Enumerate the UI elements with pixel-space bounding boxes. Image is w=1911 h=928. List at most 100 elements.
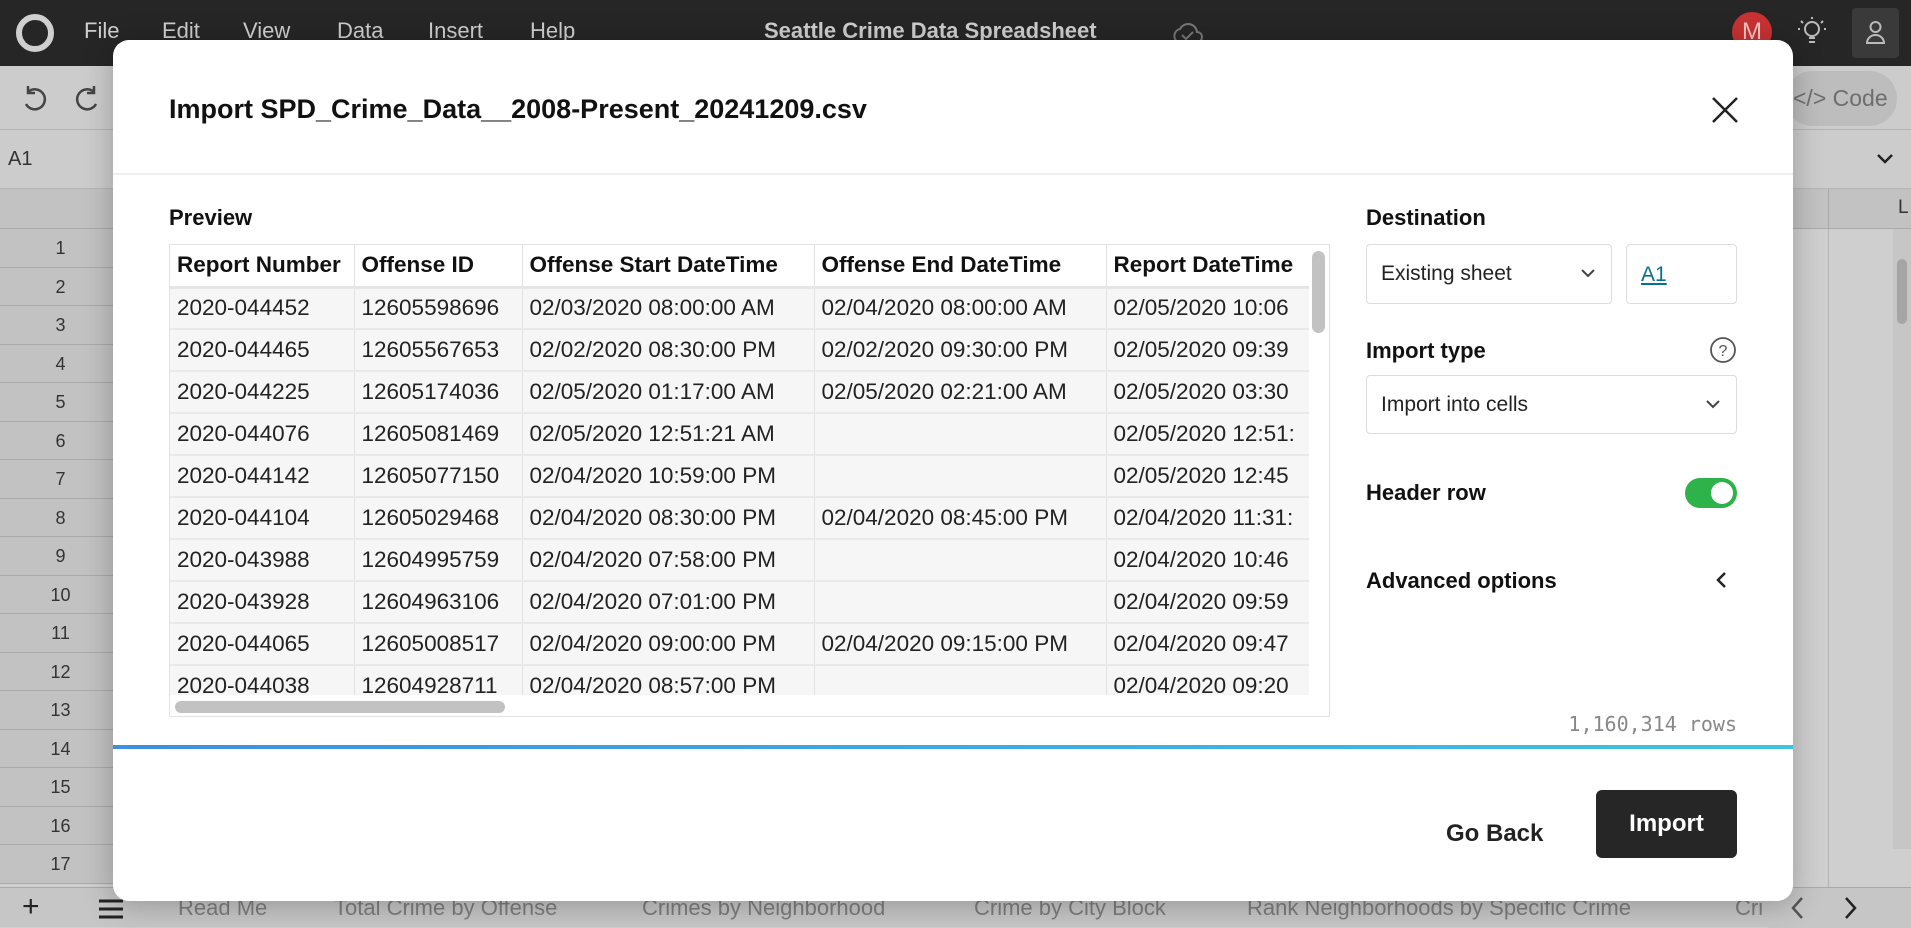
destination-select[interactable]: Existing sheet	[1366, 244, 1612, 304]
table-cell: 12605008517	[354, 623, 523, 666]
grid-line	[1828, 229, 1829, 887]
table-cell: 02/04/2020 09:15:00 PM	[814, 623, 1107, 666]
chevron-down-icon	[1581, 269, 1595, 278]
import-dialog: Import SPD_Crime_Data__2008-Present_2024…	[113, 40, 1793, 901]
column-header: Offense End DateTime	[814, 245, 1107, 289]
table-cell: 02/04/2020 11:31:	[1106, 497, 1309, 540]
preview-label: Preview	[169, 205, 253, 230]
table-cell: 2020-044038	[170, 665, 355, 695]
table-row: 2020-044104 12605029468 02/04/2020 08:30:0…	[170, 497, 1309, 540]
table-row: 2020-044225 12605174036 02/05/2020 01:17:0…	[170, 371, 1309, 414]
preview-horizontal-scrollbar[interactable]	[175, 701, 505, 713]
add-sheet-icon[interactable]: +	[22, 890, 40, 924]
app-logo-icon[interactable]	[16, 14, 54, 52]
import-button[interactable]: Import	[1596, 790, 1737, 858]
table-cell: 02/04/2020 09:59	[1106, 581, 1309, 624]
table-row: 2020-043928 12604963106 02/04/2020 07:01:0…	[170, 581, 1309, 624]
table-row: 2020-044038 12604928711 02/04/2020 08:57:0…	[170, 665, 1309, 695]
code-button[interactable]: </> Code	[1785, 71, 1897, 126]
advanced-options-label[interactable]: Advanced options	[1366, 568, 1557, 594]
sheet-list-icon[interactable]	[98, 898, 124, 920]
divider	[113, 173, 1793, 175]
table-cell: 02/04/2020 10:59:00 PM	[522, 455, 815, 498]
table-cell: 12604995759	[354, 539, 523, 582]
table-cell	[814, 413, 1107, 456]
table-cell: 02/02/2020 09:30:00 PM	[814, 329, 1107, 372]
row-header[interactable]: 13	[0, 691, 122, 730]
column-header: Offense Start DateTime	[522, 245, 815, 289]
destination-value: Existing sheet	[1381, 262, 1512, 285]
table-cell: 12605174036	[354, 371, 523, 414]
row-header[interactable]: 12	[0, 652, 122, 691]
close-icon[interactable]	[1710, 95, 1740, 125]
table-cell: 02/05/2020 01:17:00 AM	[522, 371, 815, 414]
row-header[interactable]: 10	[0, 575, 122, 614]
table-cell: 02/04/2020 08:30:00 PM	[522, 497, 815, 540]
table-cell: 2020-044465	[170, 329, 355, 372]
table-cell: 02/05/2020 12:51:21 AM	[522, 413, 815, 456]
svg-text:?: ?	[1719, 343, 1728, 360]
help-icon[interactable]: ?	[1709, 336, 1737, 364]
chevron-right-icon[interactable]	[1842, 896, 1858, 920]
table-cell: 2020-043988	[170, 539, 355, 582]
chevron-left-icon[interactable]	[1790, 896, 1806, 920]
chevron-left-icon[interactable]	[1715, 570, 1729, 590]
table-cell: 02/04/2020 09:47	[1106, 623, 1309, 666]
table-cell: 02/04/2020 07:58:00 PM	[522, 539, 815, 582]
import-type-select[interactable]: Import into cells	[1366, 375, 1737, 434]
table-row: 2020-043988 12604995759 02/04/2020 07:58:0…	[170, 539, 1309, 582]
menu-file[interactable]: File	[84, 18, 119, 44]
row-header[interactable]: 7	[0, 460, 122, 499]
import-type-value: Import into cells	[1381, 392, 1529, 416]
destination-cell-input[interactable]: A1	[1626, 244, 1737, 304]
progress-bar	[113, 745, 1793, 749]
table-cell: 12605029468	[354, 497, 523, 540]
go-back-button[interactable]: Go Back	[1436, 809, 1553, 859]
table-row: 2020-044452 12605598696 02/03/2020 08:00:0…	[170, 287, 1309, 330]
row-header[interactable]: 16	[0, 806, 122, 845]
row-header[interactable]: 9	[0, 537, 122, 576]
table-cell: 02/04/2020 08:57:00 PM	[522, 665, 815, 695]
lightbulb-icon[interactable]	[1798, 16, 1826, 50]
table-cell: 12605077150	[354, 455, 523, 498]
row-header[interactable]: 4	[0, 344, 122, 383]
table-cell: 12605598696	[354, 287, 523, 330]
row-header[interactable]: 3	[0, 306, 122, 345]
table-cell: 02/05/2020 10:06	[1106, 287, 1309, 330]
cell-reference[interactable]: A1	[8, 148, 32, 171]
vertical-scrollbar[interactable]	[1893, 229, 1911, 849]
table-cell: 02/04/2020 07:01:00 PM	[522, 581, 815, 624]
column-header: Report DateTime	[1106, 245, 1309, 289]
column-header-l[interactable]: L	[1898, 197, 1909, 219]
row-header[interactable]: 17	[0, 845, 122, 884]
table-cell	[814, 581, 1107, 624]
undo-icon[interactable]	[20, 84, 48, 112]
redo-icon[interactable]	[74, 84, 102, 112]
header-row-toggle[interactable]	[1685, 478, 1737, 508]
destination-label: Destination	[1366, 205, 1486, 230]
table-cell: 02/05/2020 09:39	[1106, 329, 1309, 372]
table-cell: 2020-044065	[170, 623, 355, 666]
row-header[interactable]: 8	[0, 498, 122, 537]
row-header[interactable]: 15	[0, 768, 122, 807]
row-header[interactable]: 5	[0, 383, 122, 422]
table-cell: 2020-044142	[170, 455, 355, 498]
row-header[interactable]: 1	[0, 229, 122, 268]
row-header[interactable]: 2	[0, 267, 122, 306]
preview-vertical-scrollbar[interactable]	[1312, 251, 1325, 333]
row-header[interactable]: 11	[0, 614, 122, 653]
table-cell: 02/05/2020 03:30	[1106, 371, 1309, 414]
destination-cell-link[interactable]: A1	[1641, 263, 1667, 287]
table-cell: 12605567653	[354, 329, 523, 372]
chevron-down-icon[interactable]	[1876, 152, 1894, 166]
table-cell: 2020-044225	[170, 371, 355, 414]
preview-table: Report Number Offense ID Offense Start Dat…	[170, 245, 1309, 695]
table-row: 2020-044076 12605081469 02/05/2020 12:51:2…	[170, 413, 1309, 456]
table-cell: 02/05/2020 12:45	[1106, 455, 1309, 498]
table-cell	[814, 665, 1107, 695]
row-header[interactable]: 6	[0, 421, 122, 460]
table-cell: 02/04/2020 09:00:00 PM	[522, 623, 815, 666]
table-cell: 12604928711	[354, 665, 523, 695]
user-menu-button[interactable]	[1852, 8, 1899, 58]
row-header[interactable]: 14	[0, 729, 122, 768]
